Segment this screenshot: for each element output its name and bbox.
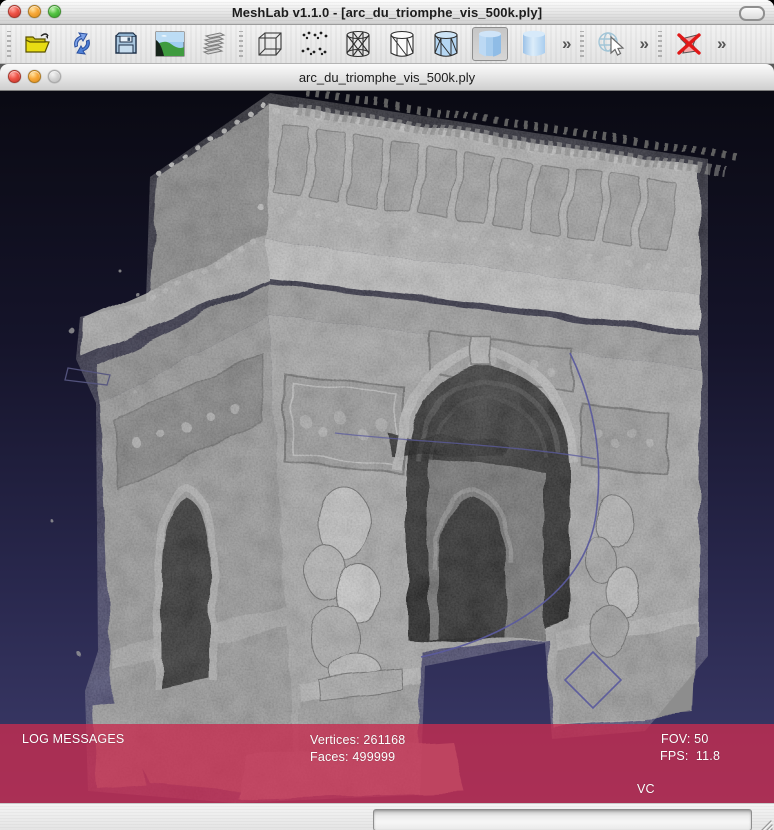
mdi-workspace: arc_du_triomphe_vis_500k.ply	[0, 64, 774, 803]
gl-viewport[interactable]: LOG MESSAGES Vertices: 261168 Faces: 499…	[0, 91, 774, 803]
render-points-button[interactable]	[296, 27, 332, 61]
document-window-controls	[8, 70, 61, 83]
window-controls	[8, 5, 61, 18]
flat-cylinder-icon	[476, 29, 504, 59]
open-folder-icon	[23, 30, 53, 58]
delete-mesh-button[interactable]	[671, 27, 707, 61]
toolbar-drag-handle[interactable]	[658, 31, 662, 57]
document-titlebar[interactable]: arc_du_triomphe_vis_500k.ply	[0, 64, 774, 91]
toolbar-toggle-button[interactable]	[739, 6, 765, 21]
layers-icon	[199, 30, 229, 58]
stone-texture	[60, 91, 720, 803]
bounding-box-icon	[255, 29, 285, 59]
fov-value: FOV: 50	[661, 732, 708, 746]
main-titlebar[interactable]: MeshLab v1.1.0 - [arc_du_triomphe_vis_50…	[0, 0, 774, 25]
document-minimize-button[interactable]	[28, 70, 41, 83]
meshlab-window: MeshLab v1.1.0 - [arc_du_triomphe_vis_50…	[0, 0, 774, 830]
flat-lines-cylinder-icon	[431, 29, 461, 59]
toolbar-drag-handle[interactable]	[580, 31, 584, 57]
save-button[interactable]	[108, 27, 144, 61]
vertices-count: Vertices: 261168	[310, 733, 405, 747]
fps-value: FPS: 11.8	[660, 749, 720, 763]
render-bbox-button[interactable]	[252, 27, 288, 61]
toolbar-overflow-chevron[interactable]: »	[562, 27, 571, 61]
toolbar-overflow-chevron[interactable]: »	[717, 27, 726, 61]
mesh-model-arc-de-triomphe[interactable]	[0, 91, 774, 803]
document-zoom-button-disabled	[48, 70, 61, 83]
window-title: MeshLab v1.1.0 - [arc_du_triomphe_vis_50…	[0, 5, 774, 20]
reload-icon	[68, 30, 96, 58]
smooth-cylinder-icon	[520, 29, 548, 59]
wireframe-cylinder-icon	[343, 29, 373, 59]
points-icon	[298, 29, 330, 59]
snapshot-button[interactable]	[152, 27, 188, 61]
toolbar-overflow-chevron[interactable]: »	[639, 27, 648, 61]
document-title: arc_du_triomphe_vis_500k.ply	[0, 70, 774, 85]
main-toolbar: » » »	[0, 25, 774, 64]
globe-cursor-icon	[595, 29, 627, 59]
faces-count: Faces: 499999	[310, 750, 395, 764]
save-floppy-icon	[112, 30, 140, 58]
mesh-document-window: arc_du_triomphe_vis_500k.ply	[0, 64, 774, 803]
toolbar-drag-handle[interactable]	[7, 31, 11, 57]
open-project-button[interactable]	[20, 27, 56, 61]
render-smooth-button[interactable]	[516, 27, 552, 61]
hidden-lines-cylinder-icon	[387, 29, 417, 59]
minimize-button[interactable]	[28, 5, 41, 18]
status-bar	[0, 803, 774, 830]
render-wireframe-button[interactable]	[340, 27, 376, 61]
zoom-button[interactable]	[48, 5, 61, 18]
render-flat-button[interactable]	[472, 27, 508, 61]
document-close-button[interactable]	[8, 70, 21, 83]
close-button[interactable]	[8, 5, 21, 18]
render-hiddenlines-button[interactable]	[384, 27, 420, 61]
snapshot-image-icon	[155, 31, 185, 57]
trackball-mode-button[interactable]	[593, 27, 629, 61]
resize-grip[interactable]	[758, 818, 773, 830]
render-flatlines-button[interactable]	[428, 27, 464, 61]
log-messages-label: LOG MESSAGES	[22, 732, 124, 746]
reload-button[interactable]	[64, 27, 100, 61]
delete-mesh-x-icon	[673, 29, 705, 59]
layers-button[interactable]	[196, 27, 232, 61]
toolbar-drag-handle[interactable]	[239, 31, 243, 57]
color-mode-indicator: VC	[637, 782, 655, 796]
progress-bar	[373, 809, 752, 830]
